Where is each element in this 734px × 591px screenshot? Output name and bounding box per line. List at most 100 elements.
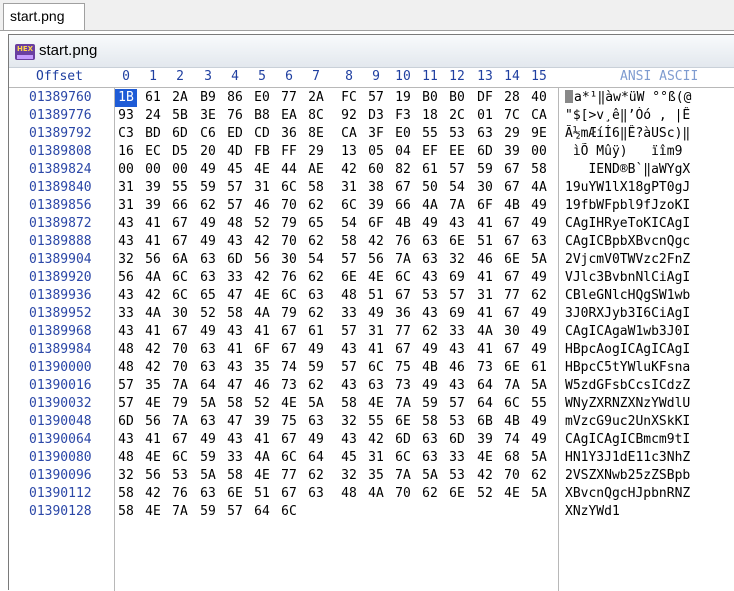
byte-cell[interactable]: 63 (197, 341, 219, 359)
hex-data-grid[interactable]: 01389760 1B 61 2A B9 86 E0 77 2A FC 57 19 B0 B0 DF 28 40… (9, 87, 734, 591)
byte-cell[interactable]: D5 (169, 143, 191, 161)
byte-cell[interactable]: 00 (115, 161, 137, 179)
byte-cell[interactable]: 30 (501, 323, 523, 341)
byte-cell[interactable]: 63 (305, 287, 327, 305)
byte-cell[interactable]: 49 (197, 215, 219, 233)
byte-cell[interactable]: B0 (446, 89, 468, 107)
byte-cell[interactable]: 4E (251, 467, 273, 485)
byte-cell[interactable]: FF (278, 143, 300, 161)
byte-cell[interactable]: 70 (169, 359, 191, 377)
byte-cell[interactable]: 67 (392, 287, 414, 305)
ansi-text[interactable]: CAgICBpbXBvcnQgc (565, 233, 734, 251)
byte-cell[interactable]: 50 (419, 179, 441, 197)
byte-cell[interactable]: 6C (278, 287, 300, 305)
byte-cell[interactable]: 48 (224, 215, 246, 233)
byte-cell[interactable]: 67 (169, 233, 191, 251)
byte-cell[interactable]: 59 (197, 503, 219, 521)
byte-cell[interactable]: 6E (224, 485, 246, 503)
byte-cell[interactable]: B8 (251, 107, 273, 125)
byte-cell[interactable]: 49 (305, 431, 327, 449)
byte-cell[interactable]: 51 (474, 233, 496, 251)
byte-cell[interactable]: 48 (115, 449, 137, 467)
byte-cell[interactable]: 70 (501, 467, 523, 485)
byte-cell[interactable]: 42 (365, 431, 387, 449)
byte-cell[interactable]: 86 (224, 89, 246, 107)
byte-cell[interactable]: 57 (338, 251, 360, 269)
byte-cell[interactable]: 67 (278, 431, 300, 449)
byte-cell[interactable]: 55 (169, 179, 191, 197)
byte-cell[interactable]: 56 (251, 251, 273, 269)
byte-cell[interactable]: 79 (169, 395, 191, 413)
byte-cell[interactable]: 29 (501, 125, 523, 143)
byte-cell[interactable]: 70 (278, 233, 300, 251)
byte-cell[interactable]: 63 (197, 251, 219, 269)
byte-cell[interactable]: 67 (169, 215, 191, 233)
byte-cell[interactable]: 51 (365, 287, 387, 305)
byte-cell[interactable]: 2A (169, 89, 191, 107)
byte-cell[interactable]: 67 (392, 341, 414, 359)
byte-cell[interactable]: 6C (278, 179, 300, 197)
byte-cell[interactable]: 33 (115, 305, 137, 323)
byte-cell[interactable]: 42 (474, 467, 496, 485)
byte-cell[interactable]: 43 (446, 341, 468, 359)
byte-cell[interactable]: 60 (365, 161, 387, 179)
byte-cell[interactable]: 54 (338, 215, 360, 233)
byte-cell[interactable]: 43 (224, 323, 246, 341)
byte-cell[interactable]: 41 (251, 323, 273, 341)
byte-cell[interactable]: 66 (392, 197, 414, 215)
byte-cell[interactable]: 6F (365, 215, 387, 233)
ansi-text[interactable]: IEND®B`‖aWYgX (565, 161, 734, 179)
byte-cell[interactable]: 43 (224, 233, 246, 251)
byte-cell[interactable]: 42 (142, 485, 164, 503)
byte-cell[interactable]: F3 (392, 107, 414, 125)
byte-cell[interactable]: 9E (528, 125, 550, 143)
ansi-text[interactable]: ìÕ Mûÿ) ïîm9 (565, 143, 734, 161)
byte-cell[interactable]: 59 (305, 359, 327, 377)
byte-cell[interactable]: 48 (115, 341, 137, 359)
byte-cell[interactable]: 43 (115, 431, 137, 449)
byte-cell[interactable]: 57 (446, 161, 468, 179)
byte-cell[interactable]: 52 (251, 215, 273, 233)
byte-cell[interactable]: 43 (419, 305, 441, 323)
byte-cell[interactable]: 33 (446, 323, 468, 341)
ansi-text[interactable]: 2VjcmV0TWVzc2FnZ (565, 251, 734, 269)
byte-cell[interactable]: 58 (338, 395, 360, 413)
byte-cell[interactable]: 41 (474, 215, 496, 233)
byte-cell[interactable]: 47 (224, 413, 246, 431)
byte-cell[interactable]: 92 (338, 107, 360, 125)
byte-cell[interactable]: 32 (115, 251, 137, 269)
byte-cell[interactable]: 4D (224, 143, 246, 161)
byte-cell[interactable]: 63 (528, 233, 550, 251)
byte-cell[interactable]: 4E (142, 503, 164, 521)
byte-cell[interactable]: 65 (305, 215, 327, 233)
byte-cell[interactable]: 49 (419, 341, 441, 359)
byte-cell[interactable]: 30 (169, 305, 191, 323)
byte-cell[interactable]: ED (224, 125, 246, 143)
byte-cell[interactable]: 69 (446, 269, 468, 287)
byte-cell[interactable]: 41 (142, 215, 164, 233)
ansi-text[interactable]: XBvcnQgcHJpbnRNZ (565, 485, 734, 503)
byte-cell[interactable]: 67 (501, 233, 523, 251)
byte-cell[interactable]: 43 (224, 431, 246, 449)
byte-cell[interactable]: 4A (365, 485, 387, 503)
byte-cell[interactable]: 82 (392, 161, 414, 179)
byte-cell[interactable]: 49 (528, 269, 550, 287)
byte-cell[interactable]: 57 (115, 377, 137, 395)
byte-cell[interactable]: 33 (338, 305, 360, 323)
byte-cell[interactable]: 49 (528, 215, 550, 233)
byte-cell[interactable]: 63 (365, 377, 387, 395)
byte-cell[interactable]: 4E (365, 395, 387, 413)
byte-cell[interactable]: 39 (251, 413, 273, 431)
byte-cell[interactable]: 49 (528, 431, 550, 449)
byte-cell[interactable]: 31 (338, 179, 360, 197)
byte-cell[interactable]: 51 (251, 485, 273, 503)
byte-cell[interactable]: 47 (224, 377, 246, 395)
byte-cell[interactable]: 31 (115, 179, 137, 197)
byte-cell[interactable]: 4A (142, 305, 164, 323)
ansi-text[interactable]: CBleGNlcHQgSW1wb (565, 287, 734, 305)
byte-cell[interactable]: 39 (142, 179, 164, 197)
byte-cell[interactable]: 6C (338, 197, 360, 215)
byte-cell[interactable]: 5A (528, 485, 550, 503)
byte-cell[interactable]: 31 (251, 179, 273, 197)
ansi-text[interactable]: a*¹‖àw*üW °°ß(@ (565, 89, 734, 107)
